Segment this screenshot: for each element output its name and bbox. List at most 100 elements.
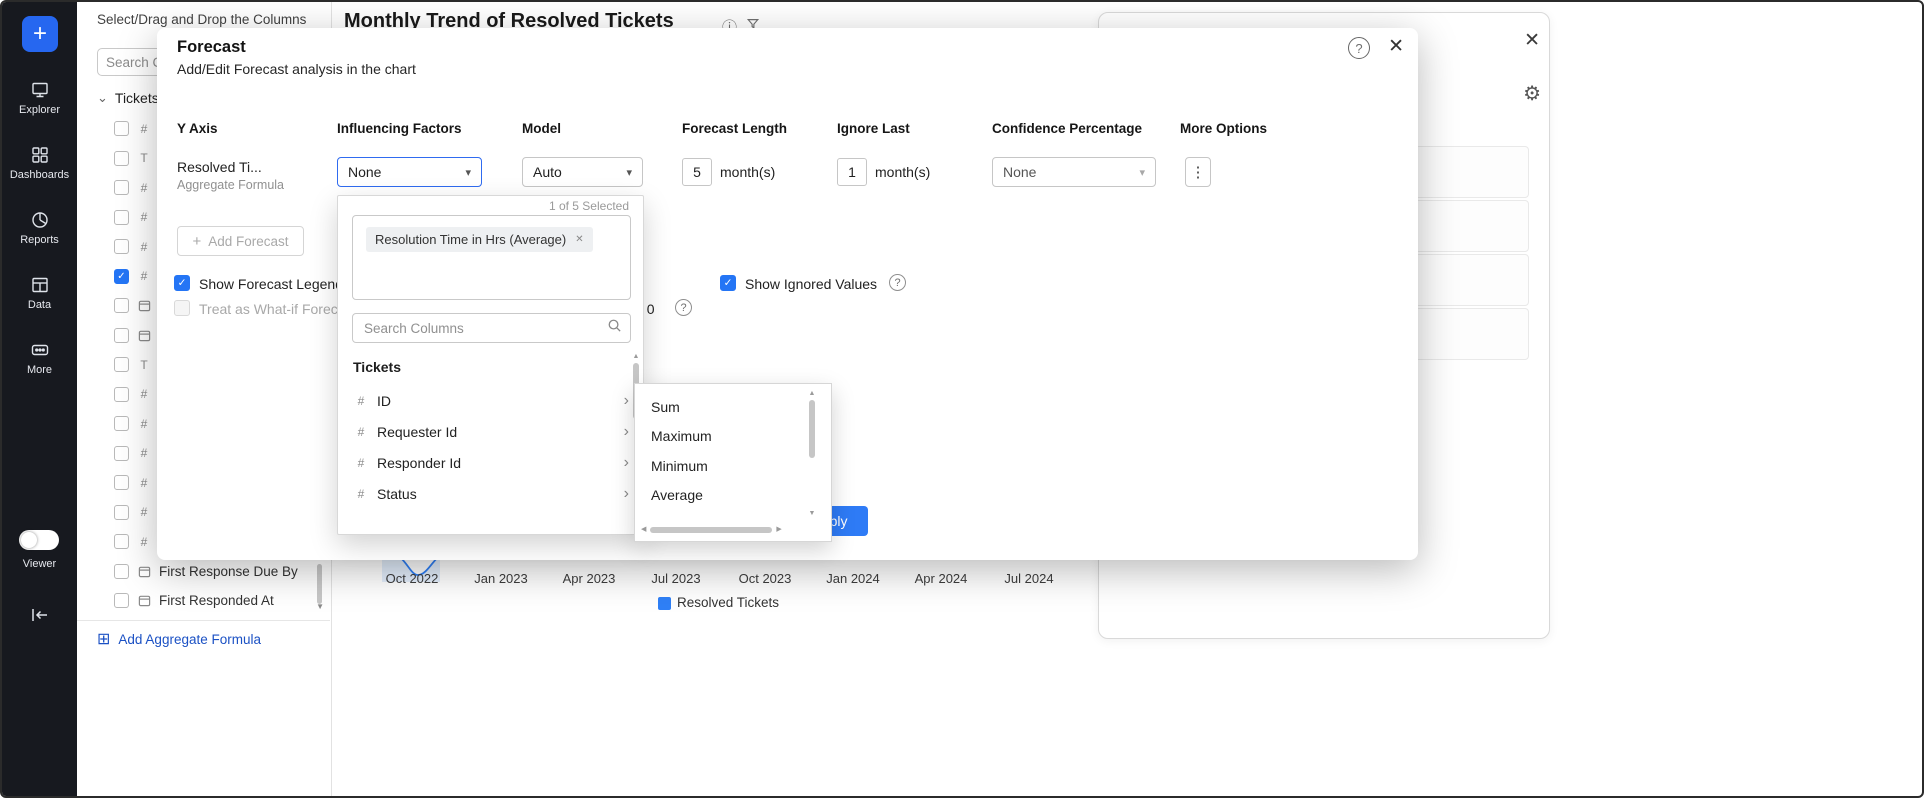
date-type-icon bbox=[137, 565, 151, 578]
checkbox[interactable] bbox=[114, 475, 129, 490]
show-forecast-legend-checkbox[interactable] bbox=[174, 275, 190, 291]
forecast-length-input[interactable] bbox=[682, 158, 712, 186]
app-window: Monthly Trend of Resolved Tickets 0 Oct … bbox=[0, 0, 1924, 798]
search-icon bbox=[607, 318, 622, 338]
modal-subtitle: Add/Edit Forecast analysis in the chart bbox=[177, 61, 416, 77]
scrollbar-thumb[interactable] bbox=[650, 527, 772, 533]
influencing-factors-value: None bbox=[348, 164, 381, 180]
checkbox[interactable] bbox=[114, 239, 129, 254]
sidebar-item-dashboards[interactable]: Dashboards bbox=[2, 145, 77, 181]
x-axis-label: Oct 2023 bbox=[739, 571, 792, 586]
remove-chip-icon[interactable] bbox=[575, 234, 583, 245]
dropdown-item-requester-id[interactable]: Requester Id bbox=[338, 416, 629, 447]
checkbox[interactable] bbox=[114, 534, 129, 549]
selected-chip[interactable]: Resolution Time in Hrs (Average) bbox=[366, 227, 593, 252]
x-axis-label: Oct 2022 bbox=[386, 571, 439, 586]
scroll-down-arrow-icon[interactable]: ▼ bbox=[809, 510, 816, 518]
scroll-up-arrow-icon[interactable]: ▲ bbox=[809, 390, 816, 398]
x-axis-label: Jan 2024 bbox=[826, 571, 880, 586]
sidebar-item-label: More bbox=[27, 364, 52, 376]
column-label: First Responded At bbox=[159, 593, 274, 608]
sidebar-item-more[interactable]: More bbox=[2, 340, 77, 376]
scroll-down-arrow-icon[interactable]: ▼ bbox=[316, 602, 324, 611]
confidence-percentage-select[interactable]: None bbox=[992, 157, 1156, 187]
model-select[interactable]: Auto bbox=[522, 157, 643, 187]
show-ignored-values-label: Show Ignored Values bbox=[745, 276, 877, 292]
treat-whatif-label: Treat as What-if Forecast bbox=[199, 301, 356, 317]
plus-icon bbox=[192, 234, 201, 249]
scroll-up-arrow-icon[interactable]: ▲ bbox=[633, 353, 640, 361]
submenu-horizontal-scrollbar[interactable]: ◀ ▶ bbox=[641, 524, 817, 536]
influencing-factors-select[interactable]: None bbox=[337, 157, 482, 187]
help-icon[interactable]: ? bbox=[889, 274, 906, 291]
treat-whatif-checkbox[interactable] bbox=[174, 300, 190, 316]
close-icon[interactable] bbox=[1524, 29, 1540, 52]
checkbox[interactable] bbox=[114, 357, 129, 372]
gear-icon[interactable] bbox=[1523, 81, 1541, 106]
checkbox[interactable] bbox=[114, 298, 129, 313]
checkbox[interactable] bbox=[114, 180, 129, 195]
checkbox[interactable] bbox=[114, 564, 129, 579]
checkbox[interactable] bbox=[114, 387, 129, 402]
more-options-button[interactable] bbox=[1185, 157, 1211, 187]
checkbox[interactable] bbox=[114, 210, 129, 225]
aggregate-option-minimum[interactable]: Minimum bbox=[635, 451, 801, 481]
checkbox[interactable] bbox=[114, 151, 129, 166]
dropdown-search-input[interactable] bbox=[362, 320, 601, 337]
chevron-down-icon bbox=[1139, 166, 1145, 179]
number-type-icon bbox=[137, 505, 151, 519]
ignore-last-input[interactable] bbox=[837, 158, 867, 186]
checkbox[interactable] bbox=[114, 446, 129, 461]
add-forecast-button[interactable]: Add Forecast bbox=[177, 226, 304, 256]
checkbox[interactable] bbox=[114, 416, 129, 431]
columns-section-header[interactable]: Tickets bbox=[97, 90, 159, 106]
number-type-icon bbox=[137, 181, 151, 195]
number-type-icon bbox=[137, 417, 151, 431]
collapse-sidebar-icon[interactable] bbox=[29, 606, 51, 629]
dropdown-item-id[interactable]: ID bbox=[338, 385, 629, 416]
x-axis-label: Jul 2024 bbox=[1004, 571, 1053, 586]
dashboards-icon bbox=[30, 145, 50, 165]
checkbox-checked[interactable] bbox=[114, 269, 129, 284]
kebab-menu-icon bbox=[1191, 163, 1206, 181]
chevron-down-icon bbox=[97, 93, 108, 103]
close-icon[interactable] bbox=[1388, 35, 1404, 58]
dropdown-item-status[interactable]: Status bbox=[338, 478, 629, 509]
checkbox[interactable] bbox=[114, 505, 129, 520]
help-icon[interactable]: ? bbox=[1348, 37, 1370, 59]
sidebar-item-data[interactable]: Data bbox=[2, 275, 77, 311]
number-type-icon bbox=[137, 210, 151, 224]
checkbox[interactable] bbox=[114, 328, 129, 343]
checkbox[interactable] bbox=[114, 593, 129, 608]
scroll-right-arrow-icon[interactable]: ▶ bbox=[776, 526, 781, 534]
viewer-toggle[interactable] bbox=[19, 530, 59, 550]
show-ignored-values-checkbox[interactable] bbox=[720, 275, 736, 291]
number-type-icon bbox=[355, 487, 367, 501]
help-icon[interactable]: ? bbox=[675, 299, 692, 316]
aggregate-options-list: Sum Maximum Minimum Average bbox=[635, 392, 801, 510]
x-axis-label: Jan 2023 bbox=[474, 571, 528, 586]
scrollbar-thumb[interactable] bbox=[317, 564, 322, 604]
number-type-icon bbox=[355, 425, 367, 439]
column-list-item[interactable]: First Responded At bbox=[77, 586, 330, 616]
column-list-item[interactable]: First Response Due By bbox=[77, 557, 330, 587]
checkbox[interactable] bbox=[114, 121, 129, 136]
text-type-icon bbox=[137, 358, 151, 372]
sidebar-item-explorer[interactable]: Explorer bbox=[2, 80, 77, 116]
chevron-right-icon bbox=[624, 423, 629, 441]
more-icon bbox=[30, 340, 50, 360]
scrollbar-thumb[interactable] bbox=[809, 400, 815, 458]
legend-label[interactable]: Resolved Tickets bbox=[677, 595, 779, 610]
submenu-vertical-scrollbar[interactable]: ▲ ▼ bbox=[807, 390, 817, 518]
scroll-left-arrow-icon[interactable]: ◀ bbox=[641, 526, 646, 534]
sidebar-item-reports[interactable]: Reports bbox=[2, 210, 77, 246]
aggregate-option-maximum[interactable]: Maximum bbox=[635, 422, 801, 452]
dropdown-search-box bbox=[352, 313, 631, 343]
aggregate-option-sum[interactable]: Sum bbox=[635, 392, 801, 422]
number-type-icon bbox=[355, 456, 367, 470]
add-aggregate-formula-button[interactable]: Add Aggregate Formula bbox=[77, 620, 330, 658]
aggregate-option-average[interactable]: Average bbox=[635, 481, 801, 511]
dropdown-item-responder-id[interactable]: Responder Id bbox=[338, 447, 629, 478]
show-forecast-legend-label: Show Forecast Legend bbox=[199, 276, 343, 292]
create-new-button[interactable] bbox=[22, 16, 58, 52]
